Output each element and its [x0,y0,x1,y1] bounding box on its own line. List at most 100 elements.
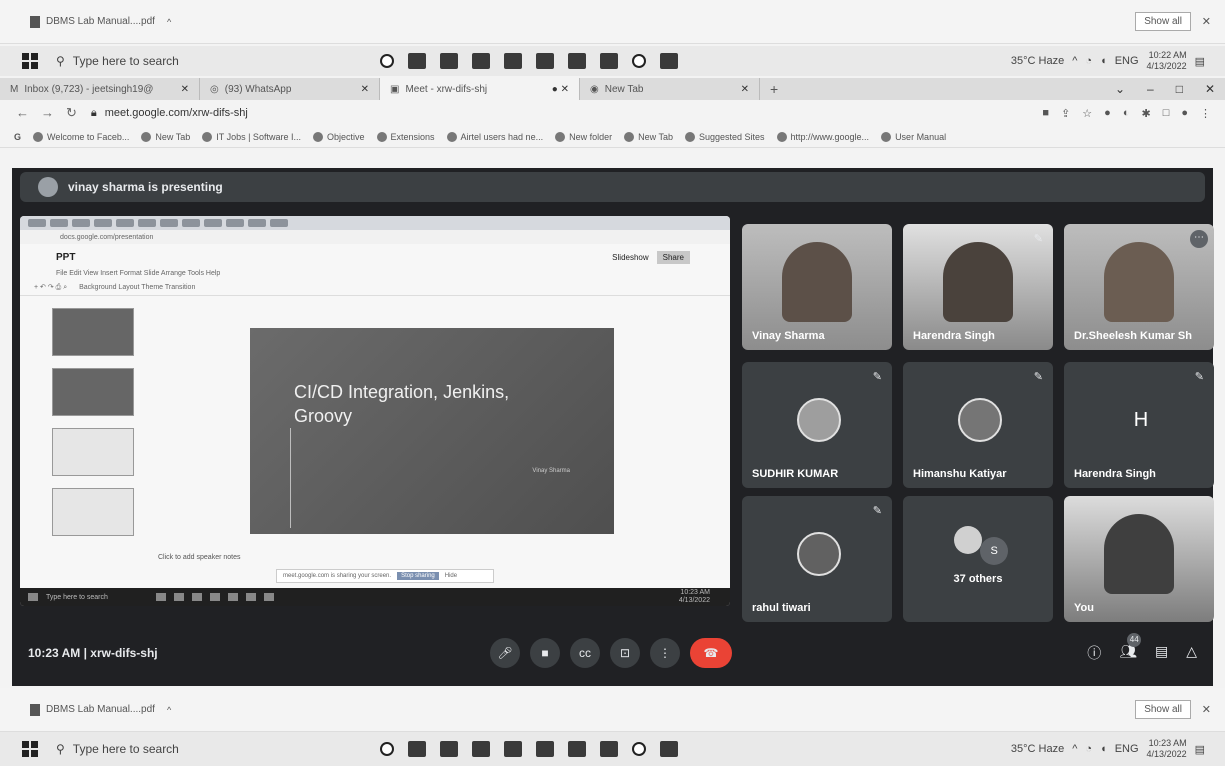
participant-tile[interactable]: ✎ SUDHIR KUMAR [742,362,892,488]
maximize-icon[interactable]: □ [1176,82,1183,96]
new-tab-button[interactable]: + [770,81,778,97]
more-options-icon[interactable]: ⋯ [1190,230,1208,248]
show-all-button[interactable]: Show all [1135,12,1191,31]
camera-icon[interactable]: ■ [1042,107,1049,120]
bookmark[interactable]: New Tab [624,131,673,142]
store-icon[interactable] [472,53,490,69]
camera-button[interactable]: ■ [530,638,560,668]
bookmark[interactable]: Welcome to Faceb... [33,131,129,142]
bookmark[interactable]: New Tab [141,131,190,142]
end-call-button[interactable]: ☎ [690,638,732,668]
cortana-icon[interactable] [380,742,394,756]
close-tab-icon[interactable]: ✕ [741,84,749,95]
chevron-up-icon[interactable]: ^ [167,705,171,715]
bookmark[interactable]: IT Jobs | Software I... [202,131,301,142]
chevron-up-icon[interactable]: ^ [1072,743,1077,755]
wifi-icon[interactable]: ◔ [1085,743,1092,755]
tab-new[interactable]: ◉ New Tab ✕ [580,78,760,100]
sidebar-icon[interactable]: □ [1163,107,1170,120]
puzzle-icon[interactable]: ✱ [1141,107,1150,120]
photos-icon[interactable] [536,741,554,757]
participant-tile[interactable]: Vinay Sharma [742,224,892,350]
bookmark[interactable]: Extensions [376,131,435,142]
participant-tile[interactable]: ✎ rahul tiwari [742,496,892,622]
app-icon[interactable] [600,53,618,69]
present-button[interactable]: ⊡ [610,638,640,668]
language-indicator[interactable]: ENG [1115,743,1139,755]
forward-icon[interactable]: → [41,105,54,121]
share-icon[interactable]: ⇪ [1061,107,1070,120]
app-icon[interactable] [660,741,678,757]
volume-icon[interactable]: ◖ [1100,743,1107,755]
file-explorer-icon[interactable] [504,53,522,69]
mic-button[interactable]: 🎤︎ [490,638,520,668]
bookmark[interactable]: Objective [312,131,365,142]
people-icon[interactable]: 44 👥︎ [1119,633,1142,663]
back-icon[interactable]: ← [16,105,29,121]
edge-icon[interactable] [440,53,458,69]
tab-meet[interactable]: ▣ Meet - xrw-difs-shj ● ✕ [380,78,580,100]
volume-icon[interactable]: ◖ [1100,55,1107,67]
star-icon[interactable]: ☆ [1082,107,1092,120]
profile-icon[interactable]: ● [1181,107,1188,120]
bookmark[interactable]: User Manual [881,131,946,142]
reload-icon[interactable]: ↻ [66,105,77,121]
download-item[interactable]: DBMS Lab Manual....pdf ^ [0,15,171,28]
chat-icon[interactable]: ▤ [1155,643,1168,663]
app-icon[interactable] [568,53,586,69]
clock[interactable]: 10:22 AM 4/13/2022 [1147,50,1187,72]
google-icon[interactable]: G [14,132,21,142]
minimize-icon[interactable]: – [1147,82,1154,96]
close-icon[interactable]: ✕ [1202,15,1211,28]
participant-tile[interactable]: ✎ Himanshu Katiyar [903,362,1053,488]
participant-tile[interactable]: ✎ H Harendra Singh [1064,362,1214,488]
bookmark[interactable]: http://www.google... [776,131,869,142]
store-icon[interactable] [472,741,490,757]
chrome-icon[interactable] [632,742,646,756]
language-indicator[interactable]: ENG [1115,55,1139,67]
windows-start-icon[interactable] [22,53,38,69]
participant-tile[interactable]: ✎ Harendra Singh [903,224,1053,350]
url-field[interactable]: 🔒︎ meet.google.com/xrw-difs-shj [91,107,248,120]
clock[interactable]: 10:23 AM 4/13/2022 [1147,738,1187,760]
app-icon[interactable] [568,741,586,757]
others-tile[interactable]: S 37 others [903,496,1053,622]
taskbar-search[interactable]: ⚲ Type here to search [56,54,336,68]
shared-screen[interactable]: docs.google.com/presentation PPT Slidesh… [20,216,730,606]
close-tab-icon[interactable]: ● ✕ [552,84,569,95]
task-view-icon[interactable] [408,53,426,69]
info-icon[interactable]: ⓘ [1087,643,1101,663]
cortana-icon[interactable] [380,54,394,68]
chevron-down-icon[interactable]: ⌄ [1115,82,1125,96]
wifi-icon[interactable]: ◔ [1085,55,1092,67]
extension-icon[interactable]: ◐ [1123,107,1130,120]
notification-icon[interactable]: ▤ [1195,55,1205,68]
chevron-up-icon[interactable]: ^ [1072,55,1077,67]
participant-tile[interactable]: ⋯ Dr.Sheelesh Kumar Sh [1064,224,1214,350]
tab-whatsapp[interactable]: ◎ (93) WhatsApp ✕ [200,78,380,100]
edge-icon[interactable] [440,741,458,757]
bookmark[interactable]: New folder [555,131,612,142]
close-tab-icon[interactable]: ✕ [361,84,369,95]
extension-icon[interactable]: ● [1104,107,1111,120]
notification-icon[interactable]: ▤ [1195,743,1205,756]
weather-text[interactable]: 35°C Haze [1011,55,1064,67]
menu-icon[interactable]: ⋮ [1200,107,1211,120]
close-icon[interactable]: ✕ [1202,703,1211,716]
download-item[interactable]: DBMS Lab Manual....pdf ^ [0,703,171,716]
bookmark[interactable]: Airtel users had ne... [446,131,543,142]
tab-gmail[interactable]: M Inbox (9,723) - jeetsingh19@ ✕ [0,78,200,100]
show-all-button[interactable]: Show all [1135,700,1191,719]
weather-text[interactable]: 35°C Haze [1011,743,1064,755]
windows-start-icon[interactable] [22,741,38,757]
activities-icon[interactable]: △ [1186,643,1197,663]
more-options-button[interactable]: ⋮ [650,638,680,668]
app-icon[interactable] [600,741,618,757]
file-explorer-icon[interactable] [504,741,522,757]
taskbar-search[interactable]: ⚲ Type here to search [56,742,336,756]
task-view-icon[interactable] [408,741,426,757]
close-tab-icon[interactable]: ✕ [181,84,189,95]
chevron-up-icon[interactable]: ^ [167,17,171,27]
bookmark[interactable]: Suggested Sites [684,131,765,142]
self-tile[interactable]: You [1064,496,1214,622]
